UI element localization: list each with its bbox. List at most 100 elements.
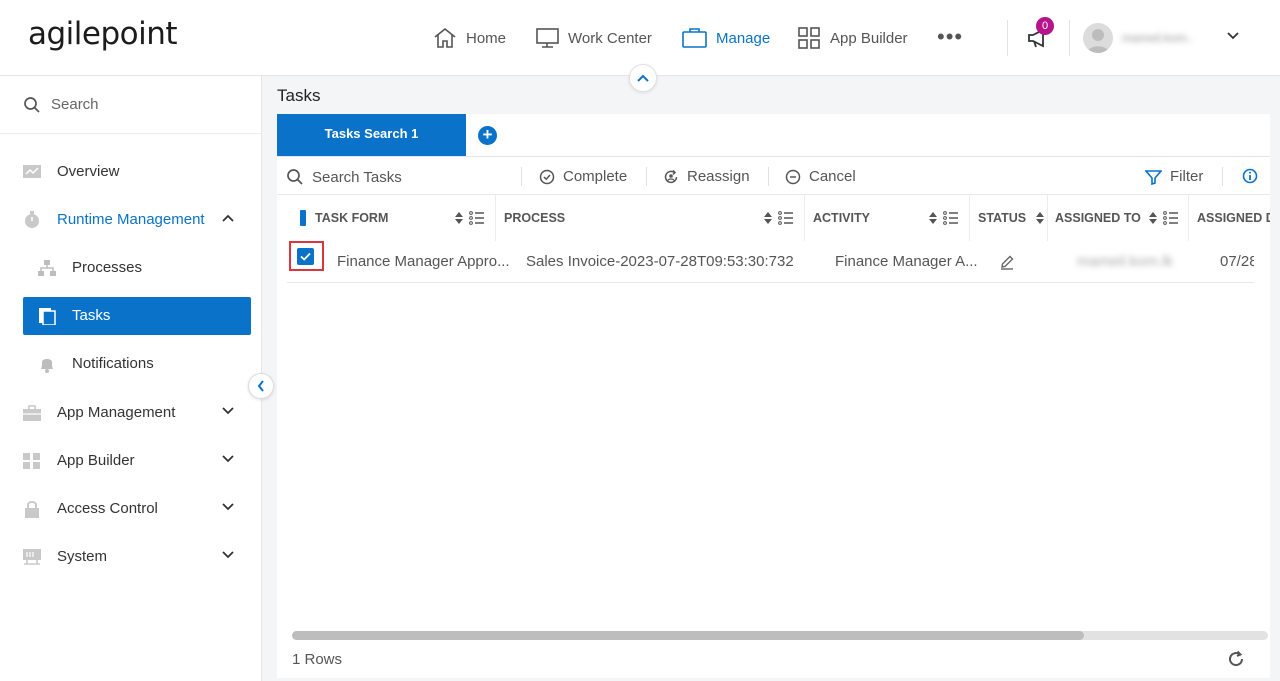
- toolbox-icon: [23, 405, 41, 421]
- grid-toolbar: Search Tasks Complete Reassign Cancel Fi…: [277, 157, 1270, 195]
- collapse-sidebar-button[interactable]: [248, 373, 274, 399]
- tab-strip: Tasks Search 1 +: [277, 114, 1270, 156]
- agilepoint-logo[interactable]: agilepoint: [28, 16, 178, 52]
- cell-task-form[interactable]: Finance Manager Appro...: [337, 253, 520, 270]
- column-header-assigned-date[interactable]: ASSIGNED D: [1189, 195, 1270, 241]
- search-tasks-input[interactable]: Search Tasks: [286, 168, 402, 186]
- monitor-icon: [536, 28, 559, 48]
- minus-circle-icon: [785, 169, 801, 184]
- row-count: 1 Rows: [292, 651, 343, 668]
- briefcase-icon: [682, 28, 707, 48]
- home-icon: [434, 27, 456, 48]
- chevron-left-icon: [257, 380, 264, 392]
- sidebar-search[interactable]: Search: [0, 76, 261, 134]
- sidebar-subitem-processes[interactable]: Processes: [23, 249, 251, 287]
- info-icon: [1242, 168, 1258, 184]
- refresh-icon[interactable]: [1227, 650, 1245, 668]
- chevron-down-icon: [222, 503, 234, 511]
- nav-home[interactable]: Home: [432, 22, 506, 54]
- sort-icon[interactable]: [1149, 212, 1157, 224]
- notification-badge: 0: [1036, 17, 1054, 35]
- column-menu-icon[interactable]: [778, 211, 793, 225]
- column-menu-icon[interactable]: [469, 211, 484, 225]
- cancel-button[interactable]: Cancel: [785, 168, 856, 185]
- horizontal-scrollbar[interactable]: [292, 631, 1268, 640]
- chart-icon: [23, 165, 41, 178]
- scrollbar-thumb[interactable]: [292, 631, 1084, 640]
- column-header-process[interactable]: PROCESS: [496, 195, 805, 241]
- sort-icon[interactable]: [1036, 212, 1044, 224]
- tab-tasks-search-1[interactable]: Tasks Search 1: [277, 114, 466, 156]
- user-icon: [1087, 29, 1109, 53]
- cancel-label: Cancel: [809, 168, 856, 185]
- sidebar-subitem-tasks[interactable]: Tasks: [23, 297, 251, 335]
- sort-icon[interactable]: [764, 212, 772, 224]
- more-menu-icon[interactable]: •••: [937, 26, 963, 48]
- column-marker: [300, 210, 306, 226]
- column-menu-icon[interactable]: [1163, 211, 1178, 225]
- column-header-task-form[interactable]: TASK FORM: [277, 195, 496, 241]
- sidebar-item-label: Runtime Management: [57, 211, 205, 228]
- edit-icon[interactable]: [999, 254, 1015, 270]
- column-header-label: ASSIGNED D: [1197, 211, 1270, 225]
- column-header-label: ACTIVITY: [813, 211, 870, 225]
- search-icon: [287, 169, 303, 185]
- sidebar-item-overview[interactable]: Overview: [0, 152, 261, 192]
- grid-header: TASK FORM PROCESS ACTIVITY STATUS ASSIGN…: [277, 195, 1270, 241]
- sidebar-subitem-label: Tasks: [72, 307, 111, 324]
- main-content: Tasks Tasks Search 1 + Search Tasks Comp…: [262, 76, 1280, 681]
- toolbar-divider: [646, 167, 647, 186]
- chevron-down-icon[interactable]: [1226, 31, 1240, 41]
- row-checkbox[interactable]: [297, 248, 314, 265]
- nav-manage[interactable]: Manage: [681, 22, 770, 54]
- sidebar-item-runtime-management[interactable]: Runtime Management: [0, 200, 261, 240]
- column-header-assigned-to[interactable]: ASSIGNED TO: [1048, 195, 1189, 241]
- reassign-button[interactable]: Reassign: [663, 168, 750, 185]
- nav-work-center-label: Work Center: [568, 29, 652, 47]
- sidebar-item-app-builder[interactable]: App Builder: [0, 441, 261, 481]
- check-circle-icon: [539, 169, 555, 184]
- column-header-label: ASSIGNED TO: [1055, 211, 1141, 225]
- toolbar-divider: [521, 167, 522, 186]
- sidebar-item-label: App Management: [57, 404, 176, 421]
- sidebar-subitem-label: Notifications: [72, 355, 154, 372]
- sidebar-item-label: App Builder: [57, 452, 135, 469]
- sidebar-item-label: Access Control: [57, 500, 158, 517]
- avatar[interactable]: [1083, 23, 1113, 53]
- add-tab-button[interactable]: +: [478, 126, 497, 145]
- sidebar-item-system[interactable]: System: [0, 537, 261, 577]
- nav-app-builder[interactable]: App Builder: [797, 22, 908, 54]
- column-menu-icon[interactable]: [943, 211, 958, 225]
- sidebar-search-placeholder: Search: [51, 96, 99, 113]
- chevron-up-icon: [637, 74, 649, 82]
- user-name[interactable]: mameil.kom..: [1122, 31, 1214, 45]
- sidebar-item-app-management[interactable]: App Management: [0, 393, 261, 433]
- sidebar-item-label: System: [57, 548, 108, 565]
- filter-button[interactable]: Filter: [1145, 168, 1203, 185]
- collapse-header-button[interactable]: [629, 64, 657, 92]
- column-header-activity[interactable]: ACTIVITY: [805, 195, 970, 241]
- page-title: Tasks: [277, 86, 321, 105]
- tasks-icon: [39, 308, 56, 325]
- sidebar: Search Overview Runtime Management Proce…: [0, 76, 262, 681]
- column-header-label: TASK FORM: [315, 211, 389, 225]
- sidebar-subitem-notifications[interactable]: Notifications: [23, 345, 251, 383]
- column-header-label: STATUS: [978, 211, 1027, 225]
- sort-icon[interactable]: [455, 212, 463, 224]
- complete-button[interactable]: Complete: [539, 168, 627, 185]
- sort-icon[interactable]: [929, 212, 937, 224]
- filter-label: Filter: [1170, 168, 1204, 185]
- column-header-status[interactable]: STATUS: [970, 195, 1048, 241]
- sidebar-item-access-control[interactable]: Access Control: [0, 489, 261, 529]
- server-icon: [23, 549, 41, 565]
- table-row[interactable]: Finance Manager Appro... Sales Invoice-2…: [287, 241, 1254, 283]
- nav-app-builder-label: App Builder: [830, 29, 908, 47]
- filter-icon: [1145, 169, 1162, 185]
- header-divider: [1007, 20, 1008, 56]
- nav-work-center[interactable]: Work Center: [535, 22, 652, 54]
- toolbar-divider: [768, 167, 769, 186]
- search-icon: [24, 97, 40, 113]
- grid-icon: [798, 27, 820, 49]
- cell-activity: Finance Manager A...: [835, 253, 978, 270]
- info-button[interactable]: [1242, 168, 1266, 184]
